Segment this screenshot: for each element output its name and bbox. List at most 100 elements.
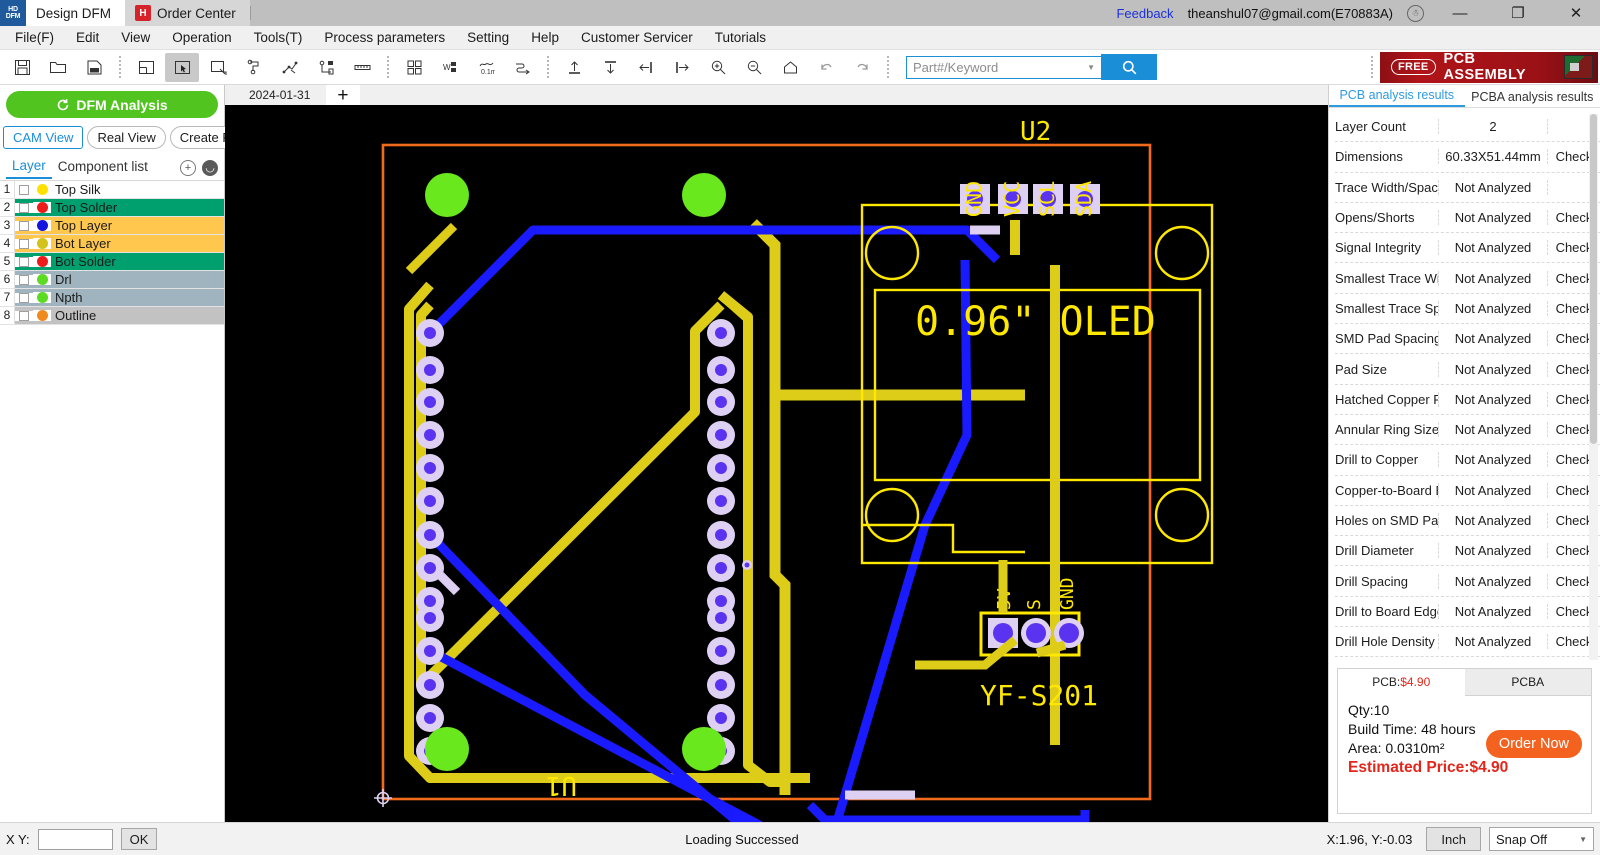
layer-color-swatch[interactable] [33, 220, 51, 231]
layer-visibility-checkbox[interactable] [15, 274, 33, 285]
table-row[interactable]: Layer Count 2 [1335, 112, 1600, 143]
search-input[interactable] [913, 59, 1084, 75]
table-row[interactable]: Copper-to-Board Edge Not Analyzed Check [1335, 476, 1600, 506]
tab-pcba-analysis-results[interactable]: PCBA analysis results [1465, 90, 1600, 107]
window-tab-design-dfm[interactable]: Design DFM [26, 0, 126, 26]
layer-color-swatch[interactable] [33, 292, 51, 303]
zoom-in-icon[interactable] [701, 53, 735, 82]
layer-row-outline[interactable]: 8 Outline [0, 307, 224, 325]
panel-layout-icon[interactable] [129, 53, 163, 82]
price-tab-pcb[interactable]: PCB: $4.90 [1338, 669, 1465, 696]
redo-icon[interactable] [845, 53, 879, 82]
tab-layer[interactable]: Layer [6, 156, 52, 179]
align-left-icon[interactable] [629, 53, 663, 82]
layer-visibility-checkbox[interactable] [15, 220, 33, 231]
layer-visibility-checkbox[interactable] [15, 202, 33, 213]
open-folder-icon[interactable] [41, 53, 75, 82]
menu-tools[interactable]: Tools(T) [243, 27, 314, 48]
price-tab-pcba[interactable]: PCBA [1464, 669, 1591, 696]
table-row[interactable]: Special Drill Holes Not Analyzed Check [1335, 657, 1600, 664]
menu-process-parameters[interactable]: Process parameters [313, 27, 456, 48]
table-row[interactable]: Drill Diameter Not Analyzed Check [1335, 536, 1600, 567]
search-button[interactable] [1101, 54, 1157, 80]
menu-setting[interactable]: Setting [456, 27, 520, 48]
analysis-results-list[interactable]: Layer Count 2 Dimensions 60.33X51.44mm C… [1329, 108, 1600, 664]
layer-row-npth[interactable]: 7 Npth [0, 289, 224, 307]
panelize-icon[interactable] [397, 53, 431, 82]
menu-help[interactable]: Help [520, 27, 570, 48]
tab-pcb-analysis-results[interactable]: PCB analysis results [1329, 88, 1465, 107]
real-view-button[interactable]: Real View [87, 126, 166, 149]
layer-visibility-checkbox[interactable] [15, 310, 33, 321]
layer-color-swatch[interactable] [33, 238, 51, 249]
layer-color-swatch[interactable] [33, 274, 51, 285]
table-row[interactable]: Smallest Trace Width Not Analyzed Check [1335, 263, 1600, 294]
menu-file[interactable]: File(F) [4, 27, 65, 48]
table-row[interactable]: Drill Hole Density Not Analyzed Check [1335, 627, 1600, 658]
ok-button[interactable]: OK [120, 828, 158, 850]
pcb-assembly-banner[interactable]: FREE PCB ASSEMBLY [1380, 51, 1598, 83]
add-layer-icon[interactable]: + [180, 159, 196, 176]
layer-visibility-checkbox[interactable] [15, 292, 33, 303]
layer-visibility-checkbox[interactable] [15, 256, 33, 267]
table-row[interactable]: Drill Spacing Not Analyzed Check [1335, 566, 1600, 597]
table-row[interactable]: Hatched Copper Pour Not Analyzed Check [1335, 385, 1600, 415]
table-row[interactable]: Opens/Shorts Not Analyzed Check [1335, 203, 1600, 234]
close-button[interactable]: ✕ [1554, 0, 1598, 26]
table-row[interactable]: Trace Width/Spacing Not Analyzed [1335, 173, 1600, 203]
export-pdf-icon[interactable] [77, 53, 111, 82]
layer-color-swatch[interactable] [33, 256, 51, 267]
table-row[interactable]: Signal Integrity Not Analyzed Check [1335, 233, 1600, 264]
layer-row-top-layer[interactable]: 3 Top Layer [0, 217, 224, 235]
results-scrollbar[interactable] [1589, 114, 1598, 660]
align-right-icon[interactable] [665, 53, 699, 82]
xy-input[interactable] [37, 828, 113, 850]
save-icon[interactable] [5, 53, 39, 82]
table-row[interactable]: Dimensions 60.33X51.44mm Check [1335, 142, 1600, 173]
table-row[interactable]: Pad Size Not Analyzed Check [1335, 354, 1600, 385]
table-row[interactable]: Smallest Trace Spacing Not Analyzed Chec… [1335, 294, 1600, 325]
layer-row-top-solder[interactable]: 2 Top Solder [0, 199, 224, 217]
align-top-icon[interactable] [557, 53, 591, 82]
layer-row-bot-solder[interactable]: 5 Bot Solder [0, 253, 224, 271]
window-tab-order-center[interactable]: H Order Center [125, 0, 250, 26]
unit-toggle-button[interactable]: Inch [1426, 827, 1481, 851]
smooth-icon[interactable]: 0.1m [469, 53, 503, 82]
layer-visibility-checkbox[interactable] [15, 184, 33, 195]
zoom-area-icon[interactable] [201, 53, 235, 82]
search-input-wrapper[interactable]: ▼ [906, 55, 1101, 79]
layer-row-top-silk[interactable]: 1 Top Silk [0, 181, 224, 199]
menu-operation[interactable]: Operation [161, 27, 242, 48]
layer-row-bot-layer[interactable]: 4 Bot Layer [0, 235, 224, 253]
layer-row-drl[interactable]: 6 Drl [0, 271, 224, 289]
maximize-button[interactable]: ❐ [1496, 0, 1540, 26]
align-bottom-icon[interactable] [593, 53, 627, 82]
feedback-link[interactable]: Feedback [1116, 6, 1173, 21]
menu-view[interactable]: View [110, 27, 161, 48]
select-cursor-icon[interactable] [165, 52, 199, 82]
document-tab-date[interactable]: 2024-01-31 [233, 85, 326, 105]
home-fit-icon[interactable] [773, 53, 807, 82]
measure-icon[interactable] [237, 53, 271, 82]
undo-icon[interactable] [809, 53, 843, 82]
layers-compare-icon[interactable]: W [433, 53, 467, 82]
menu-edit[interactable]: Edit [65, 27, 110, 48]
menu-tutorials[interactable]: Tutorials [704, 27, 777, 48]
flow-icon[interactable] [309, 53, 343, 82]
snap-mode-select[interactable]: Snap Off ▼ [1489, 827, 1594, 851]
pcb-canvas[interactable]: 0.96" OLED U2 GND VCC SCL SDA 5V S GND Y… [225, 105, 1328, 822]
add-document-tab-button[interactable]: + [326, 85, 360, 105]
layer-color-swatch[interactable] [33, 184, 51, 195]
user-account-icon[interactable]: ☃ [1407, 4, 1424, 22]
zoom-out-icon[interactable] [737, 53, 771, 82]
ruler-icon[interactable] [345, 53, 379, 82]
table-row[interactable]: Annular Ring Size Not Analyzed Check [1335, 415, 1600, 446]
table-row[interactable]: Drill to Copper Not Analyzed Check [1335, 445, 1600, 476]
order-now-button[interactable]: Order Now [1485, 730, 1582, 758]
route-icon[interactable] [505, 53, 539, 82]
minimize-button[interactable]: — [1438, 0, 1482, 26]
chevron-down-icon[interactable]: ▼ [1579, 835, 1587, 844]
table-row[interactable]: SMD Pad Spacing Not Analyzed Check [1335, 324, 1600, 355]
cam-view-button[interactable]: CAM View [3, 126, 84, 149]
net-trace-icon[interactable] [273, 53, 307, 82]
